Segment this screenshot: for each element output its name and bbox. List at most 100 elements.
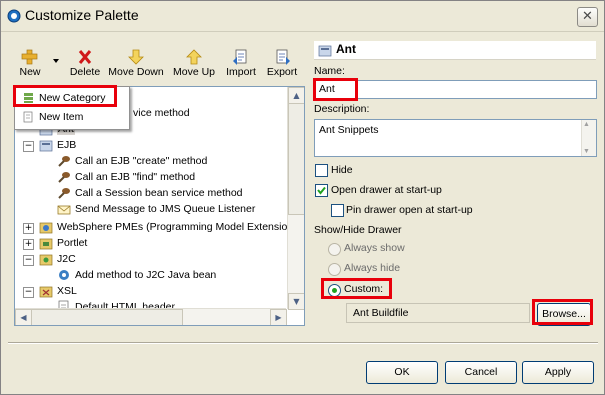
- open-drawer-label: Open drawer at start-up: [331, 184, 442, 196]
- new-plus-icon: [21, 49, 38, 65]
- portlet-folder-icon: [39, 238, 53, 250]
- description-field[interactable]: Ant Snippets ▲ ▼: [314, 119, 597, 157]
- tree-vertical-scrollbar[interactable]: ▲ ▼: [287, 87, 304, 310]
- snippet-bean-icon: [58, 156, 70, 167]
- xsl-folder-icon: [39, 286, 53, 298]
- tree-row-snippet[interactable]: Call an EJB "create" method: [57, 153, 207, 169]
- pin-drawer-label: Pin drawer open at start-up: [346, 204, 473, 216]
- window-title: Customize Palette: [25, 7, 139, 23]
- custom-value-field: Ant Buildfile: [346, 303, 530, 323]
- detail-title: Ant: [336, 42, 356, 56]
- collapse-toggle-j2c[interactable]: −: [23, 255, 34, 266]
- scroll-up-button[interactable]: ▲: [288, 87, 304, 104]
- scroll-down-button[interactable]: ▼: [288, 293, 304, 310]
- tree-row-label: Call an EJB "find" method: [75, 171, 196, 183]
- tree-row-websphere[interactable]: WebSphere PMEs (Programming Model Extens…: [39, 219, 298, 235]
- cancel-button[interactable]: Cancel: [445, 361, 517, 384]
- tree-row-partial[interactable]: vice method: [133, 105, 190, 121]
- tree-row-label: Call a Session bean service method: [75, 187, 243, 199]
- collapse-toggle-ejb[interactable]: −: [23, 141, 34, 152]
- scroll-left-button[interactable]: ◀: [15, 309, 32, 325]
- tree-row-label: Send Message to JMS Queue Listener: [75, 203, 256, 215]
- tree-row-label: Add method to J2C Java bean: [75, 269, 217, 281]
- envelope-icon: [57, 205, 71, 215]
- scroll-up-button[interactable]: ▲: [583, 121, 590, 128]
- export-button[interactable]: Export: [264, 49, 300, 81]
- always-show-radio[interactable]: [328, 243, 341, 256]
- delete-button-label: Delete: [69, 66, 101, 78]
- new-button[interactable]: New: [17, 49, 43, 81]
- collapse-toggle-xsl[interactable]: −: [23, 287, 34, 298]
- import-icon: [233, 49, 247, 65]
- menu-item-new-item[interactable]: New Item: [17, 108, 127, 126]
- menu-item-label: New Item: [39, 111, 84, 123]
- tree-horizontal-scrollbar[interactable]: ◀ ▶: [15, 308, 287, 325]
- close-button[interactable]: ✕: [577, 7, 598, 27]
- j2c-folder-icon: [39, 254, 53, 266]
- detail-header: Ant: [314, 41, 596, 60]
- name-label: Name:: [314, 65, 345, 77]
- description-label: Description:: [314, 103, 370, 115]
- menu-item-label: New Category: [39, 92, 106, 104]
- tree-row-xsl[interactable]: XSL: [39, 283, 77, 299]
- tree-row-ejb[interactable]: EJB: [39, 137, 76, 153]
- description-scrollbar[interactable]: ▲ ▼: [581, 120, 596, 156]
- pin-drawer-checkbox[interactable]: [331, 204, 344, 217]
- ant-header-icon: [318, 45, 332, 57]
- radio-selected-dot: [332, 288, 337, 293]
- open-drawer-checkbox[interactable]: [315, 184, 328, 197]
- hide-checkbox[interactable]: [315, 164, 328, 177]
- custom-radio[interactable]: [328, 284, 341, 297]
- horizontal-scroll-thumb[interactable]: [31, 309, 183, 325]
- tree-row-label: vice method: [133, 107, 190, 119]
- ok-button[interactable]: OK: [366, 361, 438, 384]
- scroll-right-button[interactable]: ▶: [270, 309, 287, 325]
- export-icon: [276, 49, 290, 65]
- title-bar[interactable]: Customize Palette ✕: [1, 1, 604, 32]
- tree-row-snippet[interactable]: Add method to J2C Java bean: [57, 267, 216, 283]
- tree-row-snippet[interactable]: Call a Session bean service method: [57, 185, 243, 201]
- tree-row-label: XSL: [57, 285, 77, 297]
- tree-row-j2c[interactable]: J2C: [39, 251, 76, 267]
- new-button-label: New: [19, 66, 41, 78]
- scroll-thumb[interactable]: [288, 103, 304, 215]
- expand-toggle-websphere[interactable]: +: [23, 223, 34, 234]
- scroll-down-button[interactable]: ▼: [583, 148, 590, 155]
- category-drawer-icon: [24, 93, 33, 103]
- apply-button[interactable]: Apply: [522, 361, 594, 384]
- tree-row-snippet[interactable]: Call an EJB "find" method: [57, 169, 195, 185]
- item-page-icon: [23, 111, 33, 123]
- always-hide-radio[interactable]: [328, 263, 341, 276]
- name-field[interactable]: Ant: [314, 80, 597, 99]
- tree-row-snippet[interactable]: Send Message to JMS Queue Listener: [57, 201, 255, 217]
- custom-value-text: Ant Buildfile: [353, 307, 409, 319]
- new-dropdown-arrow[interactable]: [53, 59, 59, 63]
- tree-row-label: Call an EJB "create" method: [75, 155, 208, 167]
- j2c-method-icon: [59, 270, 69, 281]
- menu-item-new-category[interactable]: New Category: [17, 89, 127, 107]
- delete-button[interactable]: Delete: [67, 49, 103, 81]
- browse-button[interactable]: Browse...: [537, 303, 591, 326]
- move-up-button-label: Move Up: [172, 66, 215, 78]
- delete-x-icon: [78, 50, 92, 64]
- tree-row-label: WebSphere PMEs (Programming Model Extens…: [57, 221, 299, 233]
- footer-separator: [8, 342, 598, 344]
- tree-row-label: J2C: [57, 253, 76, 265]
- name-field-value: Ant: [319, 83, 335, 95]
- import-button-label: Import: [226, 66, 256, 78]
- expand-toggle-portlet[interactable]: +: [23, 239, 34, 250]
- snippet-bean-icon: [58, 188, 70, 199]
- move-down-button[interactable]: Move Down: [108, 49, 164, 81]
- always-hide-label: Always hide: [344, 262, 401, 274]
- move-up-button[interactable]: Move Up: [172, 49, 216, 81]
- tree-row-portlet[interactable]: Portlet: [39, 235, 87, 251]
- move-down-arrow-icon: [128, 49, 144, 65]
- custom-label: Custom:: [344, 283, 384, 295]
- app-icon: [7, 9, 21, 23]
- customize-palette-dialog: Customize Palette ✕ New Delete Move Down…: [0, 0, 605, 395]
- tree-row-label: EJB: [57, 139, 77, 151]
- ejb-folder-icon: [39, 140, 53, 152]
- import-button[interactable]: Import: [224, 49, 258, 81]
- checkmark-icon: [317, 186, 326, 195]
- export-button-label: Export: [266, 66, 298, 78]
